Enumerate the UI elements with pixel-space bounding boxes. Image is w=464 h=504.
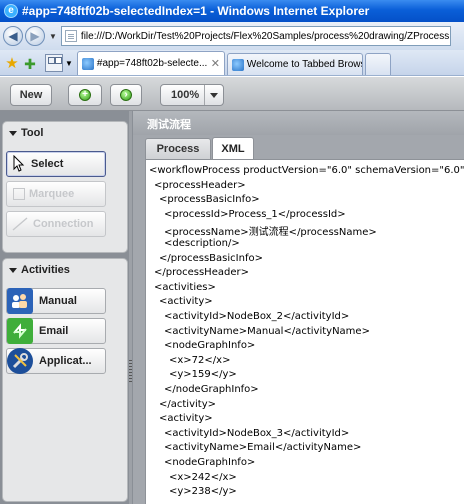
connection-tool-button[interactable]: Connection (6, 211, 106, 237)
page-icon (64, 30, 77, 42)
xml-line: </activity> (159, 398, 216, 410)
xml-line: <activity> (159, 413, 213, 425)
zoom-out-button[interactable]: › (110, 84, 142, 106)
browser-tab-label: Welcome to Tabbed Browsing (246, 59, 362, 70)
marquee-tool-button[interactable]: Marquee (6, 181, 106, 207)
activities-panel: Activities Manual Email Applicat... (2, 258, 128, 502)
ie-page-icon (81, 57, 94, 70)
application-activity-button[interactable]: Applicat... (6, 348, 106, 374)
new-button[interactable]: New (10, 84, 52, 106)
tool-panel-header[interactable]: Tool (3, 122, 127, 144)
tools-icon (7, 348, 33, 374)
xml-line: <x>242</x> (169, 471, 237, 483)
collapse-icon (9, 267, 17, 273)
xml-line: <processHeader> (154, 179, 246, 191)
email-activity-button[interactable]: Email (6, 318, 106, 344)
ie-page-icon (231, 58, 244, 71)
people-icon (7, 288, 33, 314)
email-icon (7, 318, 33, 344)
tab-xml[interactable]: XML (212, 137, 254, 160)
process-content: 测试流程 Process XML <workflowProcess produc… (133, 111, 464, 504)
xml-line: <processBasicInfo> (159, 194, 260, 206)
marquee-icon (13, 188, 25, 200)
quick-tabs-icon[interactable] (45, 54, 63, 72)
xml-line: <processName>测试流程</processName> (164, 227, 377, 239)
select-tool-button[interactable]: Select (6, 151, 106, 177)
xml-line: <x>72</x> (169, 354, 231, 366)
manual-activity-button[interactable]: Manual (6, 288, 106, 314)
xml-line: <description/> (164, 238, 240, 249)
browser-tab-label: #app=748ft02b-selecte... (96, 58, 208, 69)
connection-line-icon (12, 217, 28, 231)
browser-tab-app[interactable]: #app=748ft02b-selecte... ✕ (76, 51, 225, 75)
xml-line: <y>159</y> (169, 369, 237, 381)
close-tab-icon[interactable]: ✕ (208, 57, 220, 70)
tab-process[interactable]: Process (145, 138, 211, 159)
recent-pages-dropdown-icon[interactable]: ▼ (49, 32, 57, 41)
tab-list-dropdown-icon[interactable]: ▼ (65, 59, 73, 68)
xml-line: <processId>Process_1</processId> (164, 208, 346, 220)
tool-panel: Tool Select Marquee Connection (2, 121, 128, 253)
panel-splitter[interactable] (129, 111, 132, 504)
xml-line: </nodeGraphInfo> (164, 384, 259, 395)
zoom-in-icon: + (79, 89, 91, 101)
address-bar: ◀ ▶ ▼ file:///D:/WorkDir/Test%20Projects… (0, 22, 464, 50)
url-input[interactable]: file:///D:/WorkDir/Test%20Projects/Flex%… (60, 26, 451, 46)
zoom-in-button[interactable]: + (68, 84, 102, 106)
window-title-bar: e #app=748ftf02b-selectedIndex=1 - Windo… (0, 0, 464, 22)
xml-line: <nodeGraphInfo> (164, 340, 256, 352)
process-tab-bar: Process XML (133, 135, 464, 160)
pointer-icon (13, 155, 25, 172)
forward-button[interactable]: ▶ (25, 26, 45, 46)
xml-line: <y>238</y> (169, 486, 237, 498)
back-button[interactable]: ◀ (3, 26, 23, 46)
xml-line: <nodeGraphInfo> (164, 457, 256, 468)
xml-line: </processBasicInfo> (159, 252, 263, 264)
ie-logo-icon: e (4, 4, 18, 18)
splitter-grip-icon[interactable] (129, 360, 132, 382)
new-tab-button[interactable] (364, 53, 391, 75)
xml-line: <activities> (154, 281, 216, 293)
xml-line: <activityName>Email</activityName> (164, 442, 362, 454)
xml-line: <activityName>Manual</activityName> (164, 325, 370, 337)
next-icon: › (120, 89, 132, 101)
xml-line: <activityId>NodeBox_2</activityId> (164, 311, 350, 322)
window-title: #app=748ftf02b-selectedIndex=1 - Windows… (22, 4, 370, 18)
zoom-select[interactable]: 100% (160, 84, 224, 106)
chevron-down-icon (210, 93, 218, 98)
xml-line: <activity> (159, 296, 213, 308)
app-toolbar: New + › 100% (0, 77, 464, 111)
process-title: 测试流程 (133, 111, 464, 135)
collapse-icon (9, 130, 17, 136)
browser-tab-welcome[interactable]: Welcome to Tabbed Browsing (226, 53, 363, 75)
add-favorite-icon[interactable]: ✚ (21, 53, 39, 75)
favorites-star-icon[interactable]: ★ (3, 53, 21, 75)
url-text: file:///D:/WorkDir/Test%20Projects/Flex%… (80, 30, 451, 42)
flex-app: New + › 100% Tool Select Marquee Connect… (0, 77, 464, 504)
xml-line: <activityId>NodeBox_3</activityId> (164, 427, 350, 439)
browser-tab-row: ★ ✚ ▼ #app=748ft02b-selecte... ✕ Welcome… (0, 50, 464, 76)
xml-line: <workflowProcess productVersion="6.0" sc… (149, 165, 464, 176)
activities-panel-header[interactable]: Activities (3, 259, 127, 281)
xml-line: </processHeader> (154, 267, 249, 279)
xml-editor[interactable]: <workflowProcess productVersion="6.0" sc… (145, 159, 464, 504)
